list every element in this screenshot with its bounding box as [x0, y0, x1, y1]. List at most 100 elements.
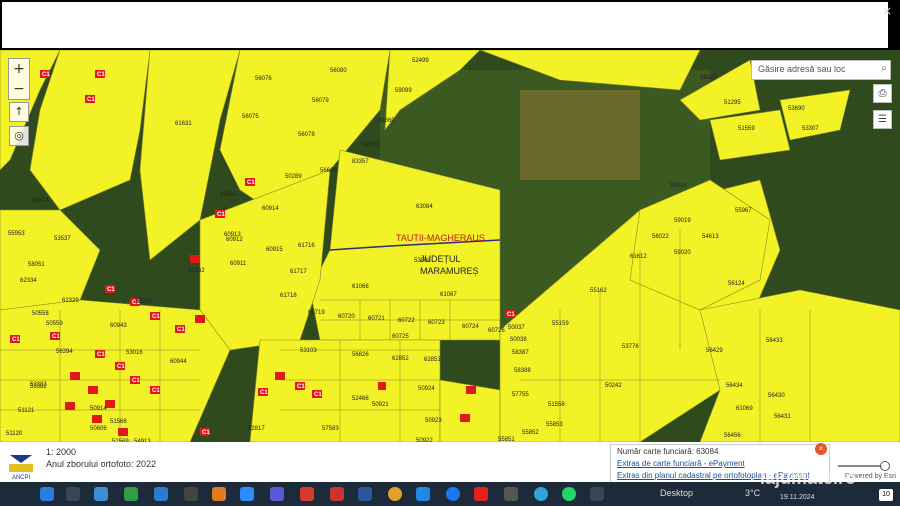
parcel-number-label: 61716: [298, 243, 315, 249]
parcel-number-label: 61069: [736, 406, 753, 412]
app-icon-3[interactable]: [154, 487, 168, 501]
parcel-number-label: 56079: [312, 98, 329, 104]
parcel-number-label: 60720: [338, 314, 355, 320]
parcel-number-label: 62003: [362, 142, 379, 148]
svg-text:C1: C1: [247, 180, 255, 186]
parcel-number-label: 52466: [352, 396, 369, 402]
watermark: lajumate.ro: [760, 468, 857, 488]
parcel-number-label: 56394: [56, 349, 73, 355]
parcel-number-label: 62334: [20, 278, 37, 284]
task-view-icon[interactable]: [66, 487, 80, 501]
svg-text:C1: C1: [97, 352, 105, 358]
parcel-number-label: 58388: [514, 368, 531, 374]
parcel-number-label: 61067: [440, 292, 457, 298]
zoom-control: + −: [8, 58, 30, 100]
parcel-number-label: 56429: [706, 348, 723, 354]
parcel-number-label: 61631: [175, 121, 192, 127]
word-icon[interactable]: [358, 487, 372, 501]
vlc-icon[interactable]: [212, 487, 226, 501]
whatsapp-icon[interactable]: [562, 487, 576, 501]
locate-icon[interactable]: ◎: [9, 126, 29, 146]
parcel-number-label: 60943: [110, 323, 127, 329]
parcel-number-label: 60911: [230, 261, 247, 267]
svg-text:C1: C1: [217, 212, 225, 218]
parcel-number-label: 56685: [320, 168, 337, 174]
parcel-number-label: 55761: [136, 299, 153, 305]
blank-header: [2, 2, 888, 48]
app-icon-6[interactable]: [330, 487, 344, 501]
parcel-number-label: 59018: [670, 183, 687, 189]
app-icon-4[interactable]: [270, 487, 284, 501]
parcel-number-label: 59020: [674, 250, 691, 256]
facebook-icon[interactable]: [446, 487, 460, 501]
close-icon[interactable]: ×: [882, 4, 892, 18]
popup-close-icon[interactable]: ×: [815, 443, 827, 455]
windows-start-icon[interactable]: [40, 487, 54, 501]
link-extras-carte-funciara[interactable]: Extras de carte funciară - ePayment: [617, 459, 745, 468]
map-scale: 1: 2000: [46, 447, 77, 457]
zoom-icon[interactable]: [240, 487, 254, 501]
parcel-number-label: 53016: [126, 350, 143, 356]
search-placeholder: Găsire adresă sau loc: [758, 64, 846, 74]
parcel-number-label: 53690: [788, 106, 805, 112]
parcel-number-label: 51120: [6, 431, 23, 437]
parcel-number-label: 59019: [674, 218, 691, 224]
parcel-number-label: 51558: [548, 402, 565, 408]
zoom-out-button[interactable]: −: [9, 79, 29, 99]
parcel-number-label: 52817: [248, 426, 265, 432]
parcel-number-label: 55159: [552, 321, 569, 327]
parcel-number-label: 50242: [605, 383, 622, 389]
media-player-icon[interactable]: [184, 487, 198, 501]
zoom-in-button[interactable]: +: [9, 59, 29, 79]
chrome-icon[interactable]: [388, 487, 402, 501]
parcel-number-label: 57583: [322, 426, 339, 432]
app-icon-9[interactable]: [590, 487, 604, 501]
north-arrow-icon[interactable]: ↑: [9, 102, 29, 122]
opacity-slider[interactable]: [838, 461, 890, 471]
cadastral-map[interactable]: C1 C1 C1 C1 C1 C1 C1 C1 C1 C1 C1 C1 C1 C1 C1 C1 C1 C…: [0, 50, 900, 442]
youtube-icon[interactable]: [474, 487, 488, 501]
parcel-number-label: 60725: [392, 334, 409, 340]
print-icon[interactable]: ⎙: [873, 84, 892, 103]
layer-list-icon[interactable]: ☰: [873, 110, 892, 129]
parcel-number-label: 58051: [28, 262, 45, 268]
taskbar-date[interactable]: 19.11.2024: [780, 494, 815, 501]
parcel-number-label: 56434: [726, 383, 743, 389]
parcel-number-label: 56022: [652, 234, 669, 240]
parcel-number-label: 56078: [298, 132, 315, 138]
notification-badge[interactable]: 10: [879, 489, 893, 501]
browser-top-bar: ×: [0, 0, 900, 50]
parcel-number-label: 60944: [170, 359, 187, 365]
desktop-label[interactable]: Desktop: [660, 488, 693, 498]
edge-icon[interactable]: [534, 487, 548, 501]
parcel-number-label: 60721: [368, 316, 385, 322]
parcel-number-label: 55853: [546, 422, 563, 428]
parcel-number-label: 61718: [280, 293, 297, 299]
app-icon-2[interactable]: [124, 487, 138, 501]
slider-handle[interactable]: [880, 461, 890, 471]
admin-line-label: TAUTII-MAGHERAUS: [396, 233, 485, 243]
parcel-number-label: 55953: [8, 231, 25, 237]
weather-temp[interactable]: 3°C: [745, 488, 760, 498]
app-icon-5[interactable]: [300, 487, 314, 501]
parcel-number-label: 56080: [330, 68, 347, 74]
parcel-number-label: 83357: [352, 159, 369, 165]
ancpi-logo: ANCPI: [9, 455, 33, 481]
parcel-number-label: 51559: [738, 126, 755, 132]
parcel-number-label: 50289: [285, 174, 302, 180]
parcel-number-label: 53307: [802, 126, 819, 132]
parcel-number-label: 53537: [54, 236, 71, 242]
parcel-number-label: 59099: [395, 88, 412, 94]
county-label-1: JUDEȚUL: [420, 254, 461, 264]
parcel-number-label: 57755: [512, 392, 529, 398]
app-icon-1[interactable]: [94, 487, 108, 501]
parcel-number-label: 62851: [424, 357, 441, 363]
parcel-number-label: 62852: [392, 356, 409, 362]
ortho-year: Anul zborului ortofoto: 2022: [46, 459, 157, 469]
search-input[interactable]: Găsire adresă sau loc ⌕: [751, 60, 891, 80]
app-icon-8[interactable]: [504, 487, 518, 501]
search-icon[interactable]: ⌕: [881, 63, 887, 74]
app-icon-7[interactable]: [416, 487, 430, 501]
parcel-number-label: 60914: [262, 206, 279, 212]
svg-text:C1: C1: [42, 72, 50, 78]
